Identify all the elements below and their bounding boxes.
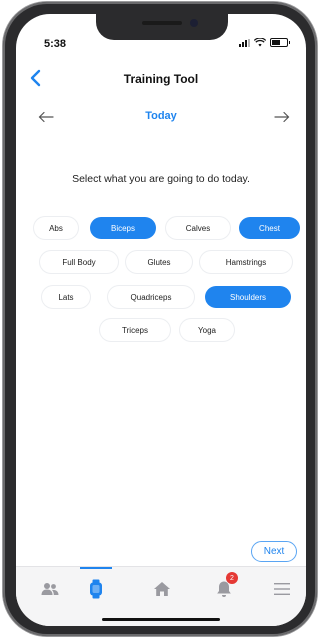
signal-icon xyxy=(239,38,250,47)
header: Training Tool xyxy=(16,69,306,94)
chip-label: Abs xyxy=(49,223,63,233)
chip-label: Yoga xyxy=(198,325,216,335)
chip-calves[interactable]: Calves xyxy=(166,217,230,239)
chip-label: Chest xyxy=(259,223,280,233)
menu-icon xyxy=(274,583,290,595)
date-navigator: Today xyxy=(16,108,306,132)
watch-icon xyxy=(90,579,102,599)
people-icon xyxy=(41,583,59,595)
chip-label: Shoulders xyxy=(229,292,267,302)
speaker xyxy=(142,21,182,25)
next-button[interactable]: Next xyxy=(251,541,297,562)
chip-quadriceps[interactable]: Quadriceps xyxy=(108,286,194,308)
chip-label: Biceps xyxy=(110,223,135,233)
chip-shoulders[interactable]: Shoulders xyxy=(205,286,291,308)
home-indicator xyxy=(102,618,220,621)
chip-glutes[interactable]: Glutes xyxy=(126,251,192,273)
chip-label: Hamstrings xyxy=(225,257,267,267)
instruction-text: Select what you are going to do today. xyxy=(72,173,250,185)
tab-home[interactable] xyxy=(148,577,176,601)
page-title: Training Tool xyxy=(123,72,199,86)
tab-watch[interactable] xyxy=(82,577,110,601)
chip-hamstrings[interactable]: Hamstrings xyxy=(200,251,292,273)
status-icons xyxy=(239,38,290,47)
chip-yoga[interactable]: Yoga xyxy=(180,319,234,341)
chip-lats[interactable]: Lats xyxy=(42,286,90,308)
chip-triceps[interactable]: Triceps xyxy=(100,319,170,341)
chip-label: Full Body xyxy=(62,257,96,267)
chip-label: Calves xyxy=(185,223,211,233)
battery-icon xyxy=(270,38,290,47)
tab-notifications[interactable]: 2 xyxy=(210,572,238,601)
chip-abs[interactable]: Abs xyxy=(34,217,78,239)
arrow-right-icon xyxy=(274,111,290,123)
wifi-icon xyxy=(254,38,266,47)
chip-full-body[interactable]: Full Body xyxy=(40,251,118,273)
chip-label: Glutes xyxy=(147,257,171,267)
tab-bar: 2 xyxy=(16,566,306,626)
home-icon xyxy=(154,582,170,596)
phone-frame: 5:38 Training Tool Today Select what you… xyxy=(3,2,317,636)
chip-label: Triceps xyxy=(122,325,148,335)
chip-biceps[interactable]: Biceps xyxy=(90,217,156,239)
date-label: Today xyxy=(145,110,177,122)
front-camera xyxy=(190,19,198,27)
active-tab-indicator xyxy=(80,567,112,569)
chip-label: Quadriceps xyxy=(130,292,172,302)
notification-badge: 2 xyxy=(226,572,238,584)
tab-menu[interactable] xyxy=(268,577,296,601)
status-time: 5:38 xyxy=(44,38,67,50)
next-day-button[interactable] xyxy=(274,110,292,124)
chip-chest[interactable]: Chest xyxy=(239,217,300,239)
notch xyxy=(96,14,228,40)
app-screen: 5:38 Training Tool Today Select what you… xyxy=(16,14,306,626)
chip-label: Lats xyxy=(58,292,74,302)
tab-people[interactable] xyxy=(36,577,64,601)
